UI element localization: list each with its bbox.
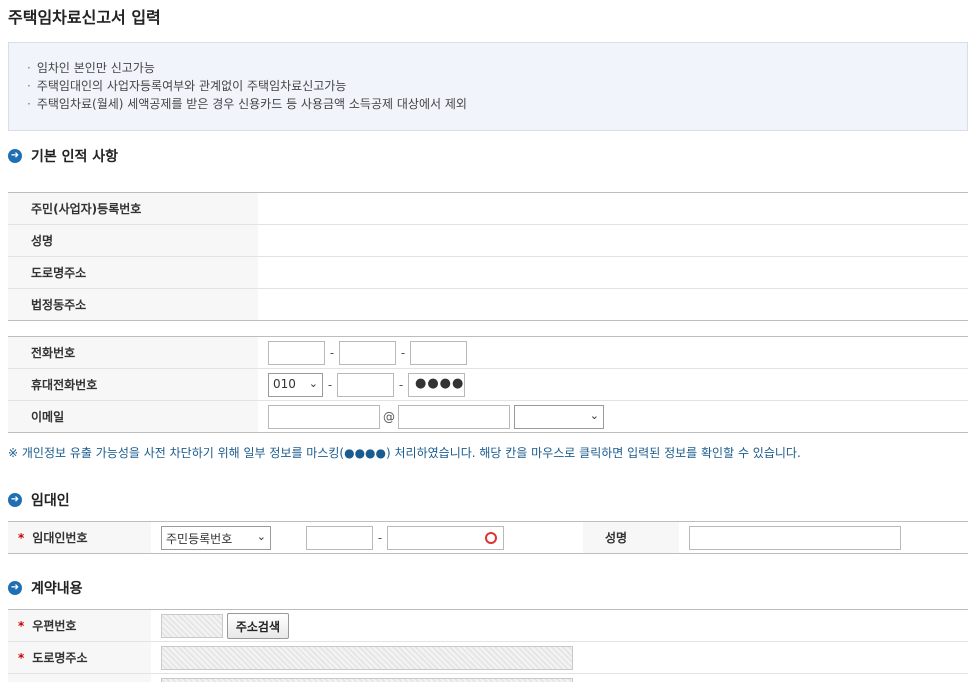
- mobile-middle-input[interactable]: [337, 372, 394, 397]
- phone-part2-input[interactable]: [339, 340, 396, 365]
- lessor-table: * 임대인번호 주민등록번호 ⌄ - 성명: [8, 521, 968, 554]
- value-lot-address: [258, 289, 968, 321]
- label-name: 성명: [8, 224, 258, 257]
- arrow-circle-icon: ➜: [8, 493, 22, 507]
- label-mobile: 휴대전화번호: [8, 368, 258, 401]
- page-title: 주택임차료신고서 입력: [8, 8, 161, 27]
- notice-item: 임차인 본인만 신고가능: [27, 59, 967, 77]
- label-lessor-id: * 임대인번호: [8, 521, 151, 554]
- label-zip: * 우편번호: [8, 609, 151, 642]
- zip-input: [161, 613, 223, 638]
- value-resident-number: [258, 193, 968, 225]
- chevron-down-icon: ⌄: [589, 408, 599, 422]
- label-contract-road-address: * 도로명주소: [8, 641, 151, 674]
- email-id-input[interactable]: [268, 404, 380, 429]
- section-basic-info: ➜ 기본 인적 사항: [8, 146, 118, 166]
- notice-box: 임차인 본인만 신고가능 주택임대인의 사업자등록여부와 관계없이 주택임차료신…: [8, 42, 968, 131]
- label-road-address: 도로명주소: [8, 256, 258, 289]
- label-email: 이메일: [8, 400, 258, 433]
- lessor-id-part1-input[interactable]: [306, 525, 373, 550]
- lot-address-input: [161, 677, 573, 682]
- section-title: 임대인: [31, 493, 70, 509]
- notice-item: 주택임차료(월세) 세액공제를 받은 경우 신용카드 등 사용금액 소득공제 대…: [27, 95, 967, 113]
- label-lot-address: 법정동주소: [8, 288, 258, 321]
- label-resident-number: 주민(사업자)등록번호: [8, 192, 258, 225]
- phone-part1-input[interactable]: [268, 340, 325, 365]
- email-domain-select[interactable]: ⌄: [514, 404, 604, 429]
- privacy-note: ※ 개인정보 유출 가능성을 사전 차단하기 위해 일부 정보를 마스킹(●●●…: [8, 446, 801, 460]
- value-road-address: [258, 257, 968, 289]
- lessor-id-type-select[interactable]: 주민등록번호 ⌄: [161, 525, 271, 550]
- notice-item: 주택임대인의 사업자등록여부와 관계없이 주택임차료신고가능: [27, 77, 967, 95]
- contact-table: 전화번호 -- 휴대전화번호 010 ⌄ - - ●●●● 이메일 @ ⌄: [8, 336, 968, 433]
- section-contract: ➜ 계약내용: [8, 578, 83, 598]
- lessor-name-input[interactable]: [689, 525, 901, 550]
- arrow-circle-icon: ➜: [8, 581, 22, 595]
- security-keypad-icon[interactable]: [485, 531, 497, 544]
- lessor-id-part2-input[interactable]: [387, 525, 504, 550]
- basic-info-table: 주민(사업자)등록번호 성명 도로명주소 법정동주소: [8, 192, 968, 321]
- label-lessor-name: 성명: [583, 521, 679, 554]
- road-address-input: [161, 645, 573, 670]
- email-domain-input[interactable]: [398, 404, 510, 429]
- chevron-down-icon: ⌄: [256, 529, 266, 543]
- contract-table: * 우편번호 주소검색 * 도로명주소: [8, 609, 968, 682]
- address-search-button[interactable]: 주소검색: [226, 612, 289, 639]
- label-phone: 전화번호: [8, 336, 258, 369]
- mobile-last-masked-input[interactable]: ●●●●: [408, 372, 465, 397]
- mobile-prefix-select[interactable]: 010 ⌄: [268, 372, 323, 397]
- value-name: [258, 225, 968, 257]
- chevron-down-icon: ⌄: [308, 376, 318, 390]
- phone-part3-input[interactable]: [410, 340, 467, 365]
- section-title: 계약내용: [31, 581, 83, 597]
- section-title: 기본 인적 사항: [31, 149, 119, 165]
- section-lessor: ➜ 임대인: [8, 490, 70, 510]
- arrow-circle-icon: ➜: [8, 149, 22, 163]
